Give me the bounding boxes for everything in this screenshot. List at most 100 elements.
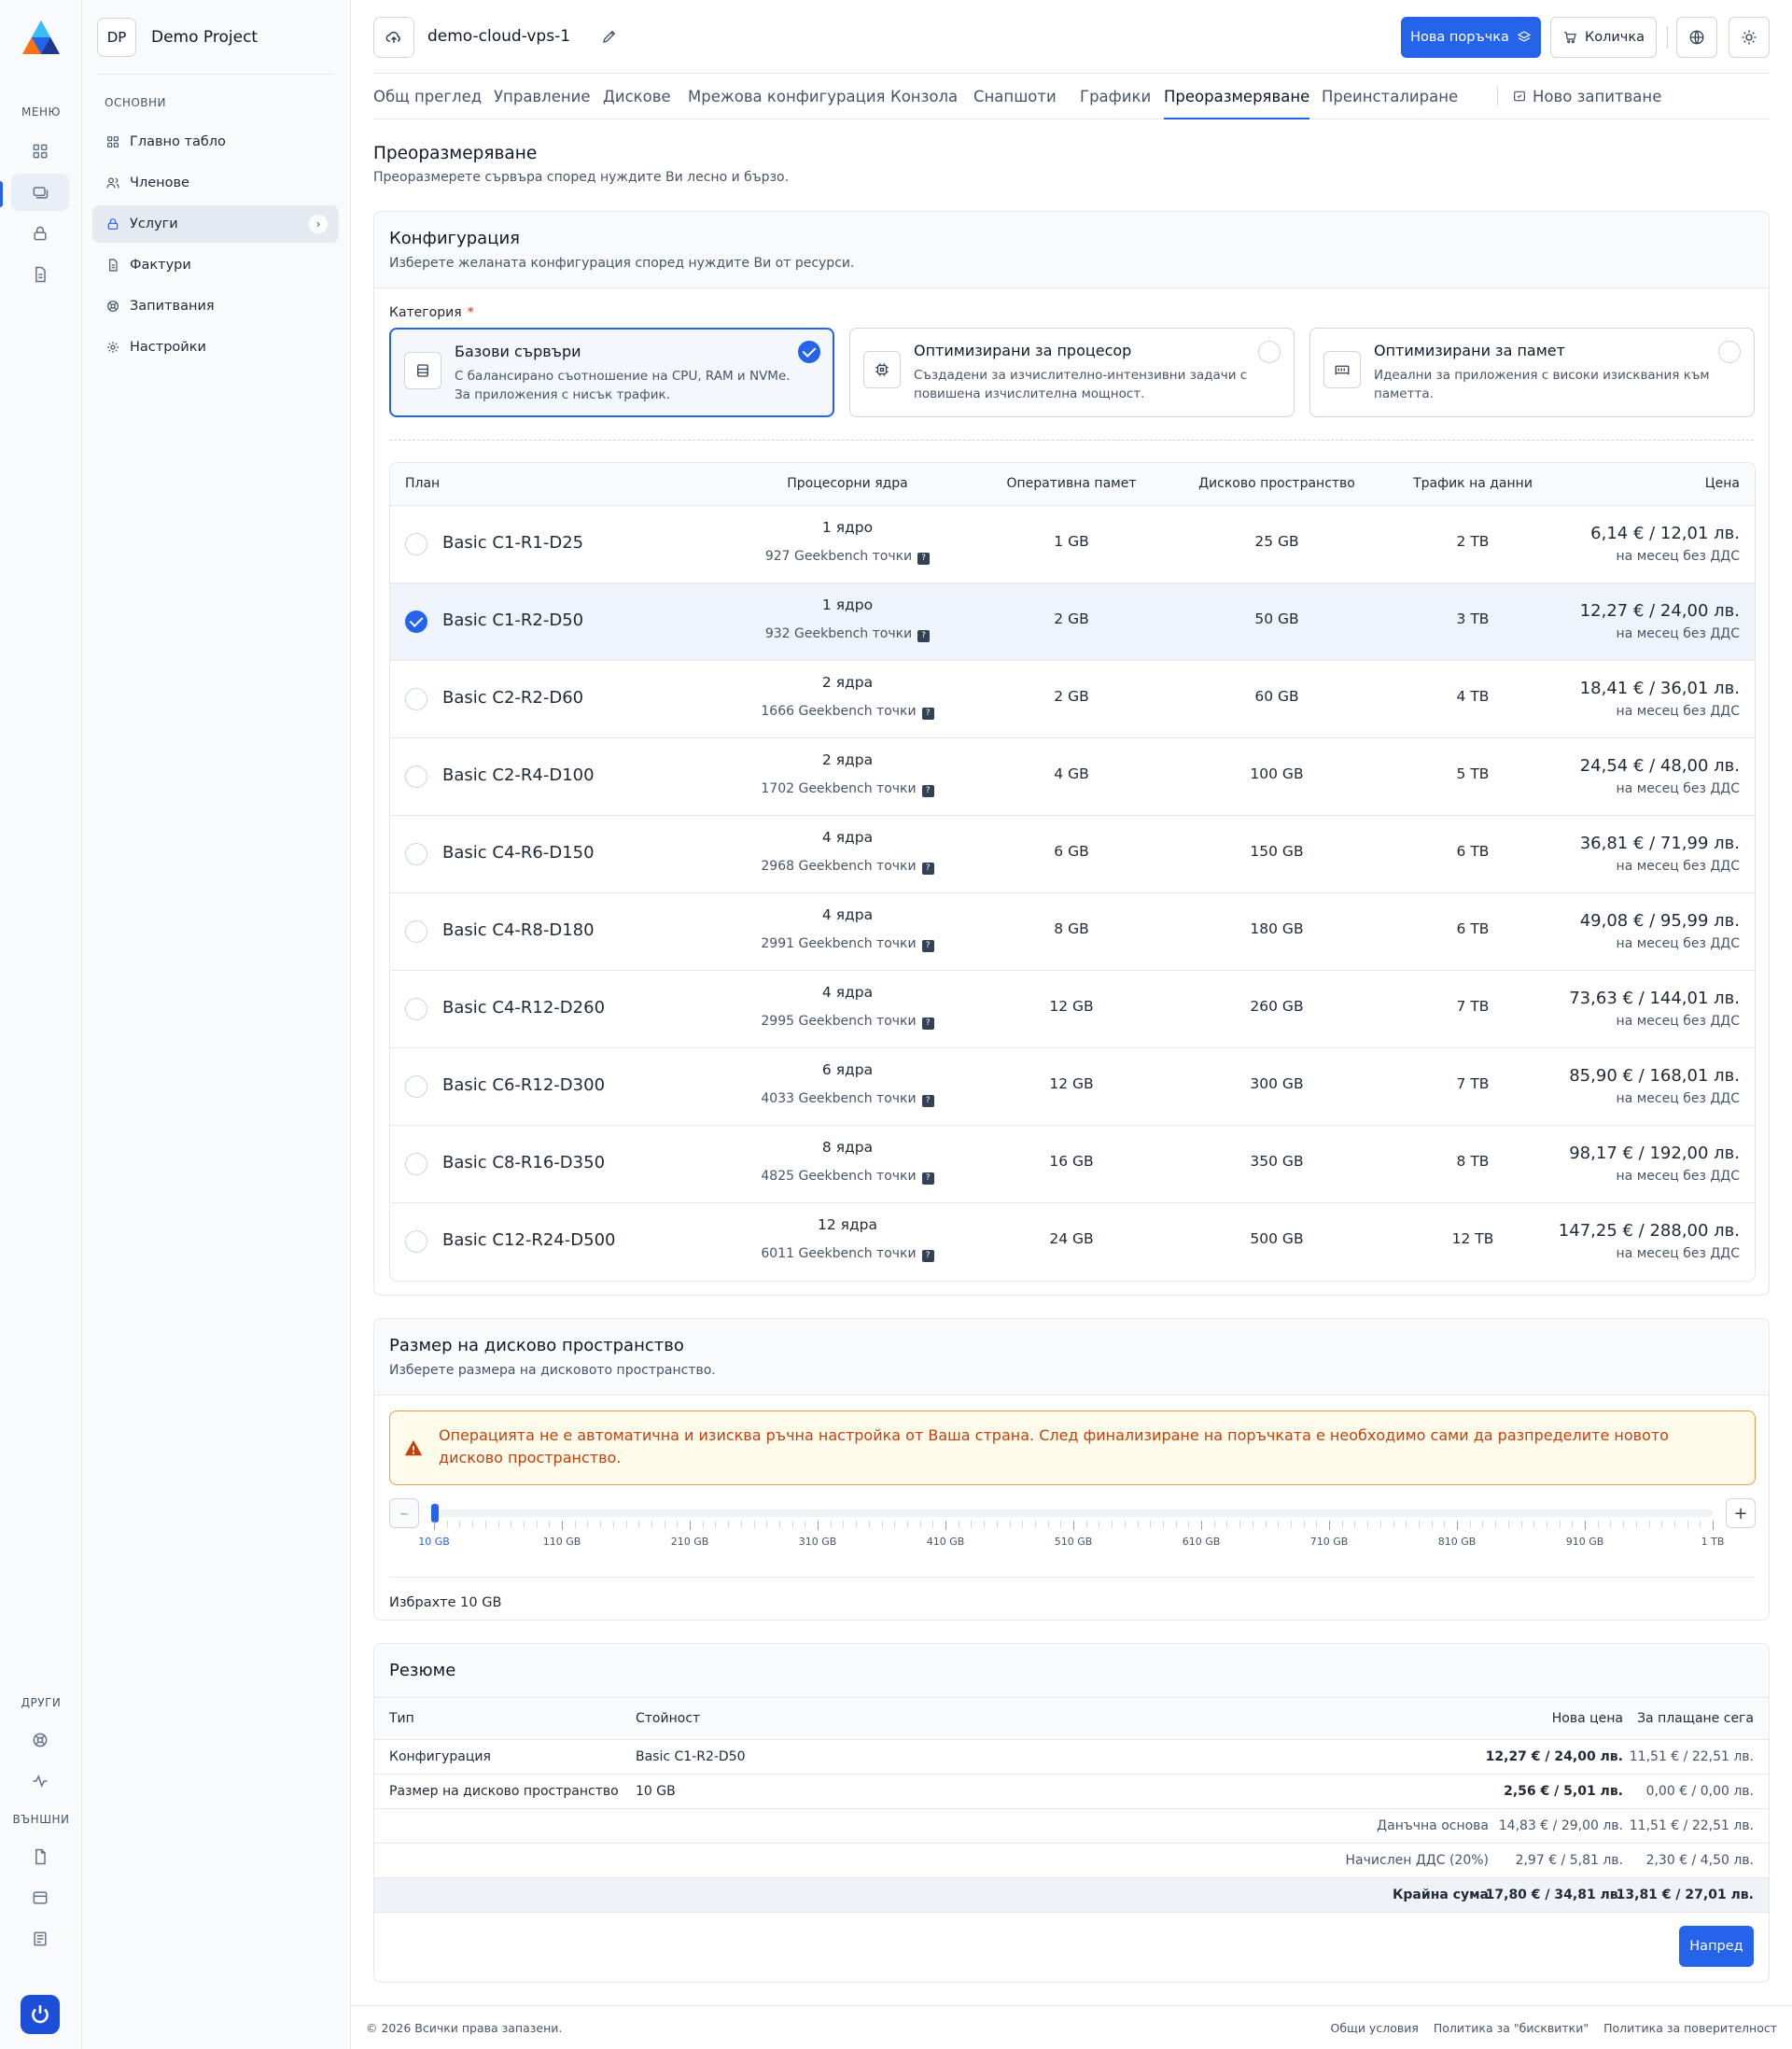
- plan-radio[interactable]: [405, 1075, 427, 1098]
- sidebar-item-members[interactable]: Членове: [92, 164, 339, 202]
- plan-name: Basic C1-R1-D25: [442, 533, 584, 553]
- help-icon[interactable]: ?: [921, 1250, 934, 1262]
- server-stack-icon[interactable]: [11, 174, 69, 211]
- category-radio[interactable]: [798, 341, 820, 363]
- plan-radio[interactable]: [405, 920, 427, 943]
- tab-reinstall[interactable]: Преинсталиране: [1322, 74, 1458, 119]
- plan-ram: 2 GB: [1054, 688, 1089, 705]
- terms-link[interactable]: Общи условия: [1331, 2021, 1419, 2035]
- sidebar-item-label: Членове: [130, 175, 189, 190]
- slider-tick: [1406, 1521, 1407, 1528]
- help-icon[interactable]: ?: [921, 863, 934, 875]
- sidebar-item-dashboard[interactable]: Главно табло: [92, 123, 339, 161]
- sidebar-item-settings[interactable]: Настройки: [92, 329, 339, 366]
- geekbench-text: 6011 Geekbench точки: [761, 1246, 917, 1261]
- sidebar-item-invoices[interactable]: Фактури: [92, 246, 339, 284]
- decrease-button[interactable]: –: [389, 1498, 419, 1528]
- plan-row[interactable]: Basic C4-R6-D150 4 ядра 2968 Geekbench точ…: [390, 816, 1755, 893]
- category-radio[interactable]: [1258, 341, 1281, 363]
- plan-name: Basic C4-R8-D180: [442, 920, 595, 940]
- tab-overview[interactable]: Общ преглед: [373, 74, 482, 119]
- category-memory[interactable]: Оптимизирани за памет Идеални за приложе…: [1309, 328, 1755, 417]
- slider-tick: [1610, 1521, 1612, 1528]
- plan-row[interactable]: Basic C4-R12-D260 4 ядра 2995 Geekbench то…: [390, 971, 1755, 1048]
- server-card-icon[interactable]: [11, 1879, 69, 1916]
- tab-graphs[interactable]: Графики: [1080, 74, 1151, 119]
- plan-price-note: на месец без ДДС: [1616, 549, 1740, 564]
- theme-toggle-button[interactable]: [1729, 17, 1770, 58]
- pencil-icon[interactable]: [601, 28, 620, 47]
- plan-row[interactable]: Basic C2-R2-D60 2 ядра 1666 Geekbench точк…: [390, 661, 1755, 738]
- plan-radio[interactable]: [405, 1153, 427, 1175]
- cookies-link[interactable]: Политика за "бисквитки": [1434, 2021, 1589, 2035]
- plan-row[interactable]: Basic C8-R16-D350 8 ядра 4825 Geekbench то…: [390, 1126, 1755, 1203]
- slider-tick: [1661, 1521, 1663, 1528]
- increase-button[interactable]: +: [1726, 1498, 1756, 1528]
- plan-row[interactable]: Basic C4-R8-D180 4 ядра 2991 Geekbench точ…: [390, 893, 1755, 971]
- newspaper-icon[interactable]: [11, 1920, 69, 1958]
- plan-row[interactable]: Basic C6-R12-D300 6 ядра 4033 Geekbench то…: [390, 1048, 1755, 1126]
- plan-row[interactable]: Basic C12-R24-D500 12 ядра 6011 Geekbench …: [390, 1203, 1755, 1281]
- slider-track[interactable]: [434, 1509, 1713, 1517]
- document-icon[interactable]: [11, 256, 69, 293]
- new-order-button[interactable]: Нова поръчка: [1401, 17, 1541, 58]
- slider-tick: [1597, 1521, 1599, 1528]
- plan-price: 24,54 € / 48,00 лв.: [1579, 756, 1740, 776]
- lock-icon[interactable]: [11, 215, 69, 252]
- tab-console[interactable]: Конзола: [890, 74, 958, 119]
- tab-new-ticket[interactable]: Ново запитване: [1497, 74, 1661, 119]
- sidebar-item-services[interactable]: Услуги ›: [92, 205, 339, 243]
- tab-disks[interactable]: Дискове: [603, 74, 671, 119]
- plan-geekbench: 4033 Geekbench точки?: [698, 1091, 997, 1107]
- next-button[interactable]: Напред: [1679, 1926, 1754, 1967]
- tab-snapshots[interactable]: Снапшоти: [973, 74, 1057, 119]
- plan-radio[interactable]: [405, 765, 427, 788]
- tab-network[interactable]: Мрежова конфигурация: [688, 74, 885, 119]
- tab-resize[interactable]: Преоразмеряване: [1164, 74, 1310, 119]
- help-icon[interactable]: ?: [921, 785, 934, 797]
- grid-icon[interactable]: [11, 133, 69, 170]
- category-basic[interactable]: Базови сървъри С балансирано съотношение…: [389, 328, 834, 417]
- plan-table: План Процесорни ядра Оперативна памет Ди…: [389, 462, 1756, 1282]
- language-button[interactable]: [1676, 17, 1717, 58]
- help-icon[interactable]: ?: [921, 940, 934, 952]
- help-icon[interactable]: ?: [921, 1095, 934, 1107]
- sidebar-item-label: Запитвания: [130, 299, 215, 314]
- help-icon[interactable]: ?: [917, 630, 931, 642]
- project-switcher[interactable]: DP Demo Project: [97, 17, 335, 58]
- plan-row[interactable]: Basic C1-R1-D25 1 ядро 927 Geekbench точки…: [390, 506, 1755, 583]
- help-icon[interactable]: ?: [921, 708, 934, 720]
- cloud-upload-icon[interactable]: [373, 17, 414, 58]
- plan-radio[interactable]: [405, 1230, 427, 1253]
- tab-management[interactable]: Управление: [494, 74, 591, 119]
- privacy-link[interactable]: Политика за поверителност: [1603, 2021, 1777, 2035]
- power-icon[interactable]: [21, 1995, 60, 2034]
- brand-logo[interactable]: [21, 19, 62, 56]
- slider-tick: [1444, 1521, 1446, 1528]
- slider-thumb[interactable]: [431, 1504, 439, 1523]
- slider-tick: [1124, 1521, 1126, 1528]
- help-icon[interactable]: ?: [921, 1172, 934, 1185]
- plan-radio[interactable]: [405, 533, 427, 555]
- plan-radio[interactable]: [405, 998, 427, 1020]
- plan-radio[interactable]: [405, 610, 427, 633]
- summary-type: Конфигурация: [389, 1749, 491, 1764]
- sidebar-item-tickets[interactable]: Запитвания: [92, 288, 339, 325]
- plan-price-note: на месец без ДДС: [1616, 859, 1740, 874]
- lifebuoy-icon[interactable]: [11, 1721, 69, 1759]
- slider-tick: [1469, 1521, 1471, 1528]
- plan-radio[interactable]: [405, 843, 427, 865]
- help-icon[interactable]: ?: [921, 1017, 934, 1030]
- plan-cores: 4 ядра: [821, 906, 874, 923]
- cart-button[interactable]: Количка: [1550, 17, 1657, 58]
- plan-radio[interactable]: [405, 688, 427, 710]
- plan-row[interactable]: Basic C1-R2-D50 1 ядро 932 Geekbench точки…: [390, 583, 1755, 661]
- file-icon[interactable]: [11, 1838, 69, 1875]
- plan-row[interactable]: Basic C2-R4-D100 2 ядра 1702 Geekbench точ…: [390, 738, 1755, 816]
- help-icon[interactable]: ?: [917, 553, 931, 565]
- category-cpu[interactable]: Оптимизирани за процесор Създадени за из…: [849, 328, 1295, 417]
- activity-icon[interactable]: [11, 1762, 69, 1800]
- category-radio[interactable]: [1718, 341, 1741, 363]
- config-title: Конфигурация: [389, 229, 520, 248]
- slider-tick: [1085, 1521, 1087, 1528]
